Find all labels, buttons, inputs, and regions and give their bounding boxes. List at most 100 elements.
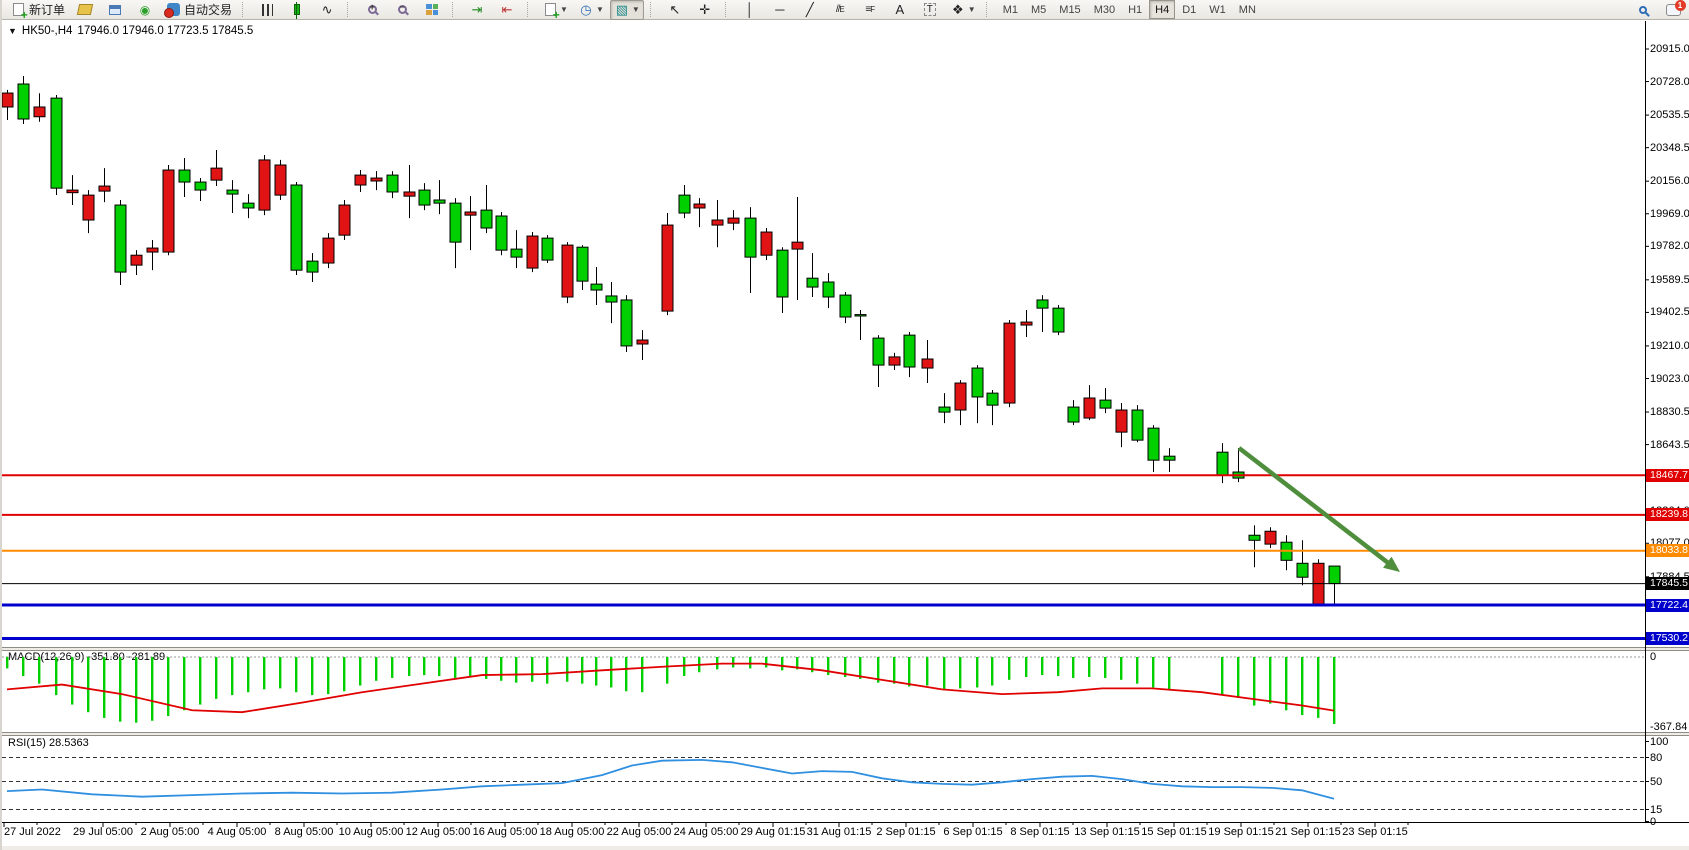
time-axis-label: 29 Aug 01:15 bbox=[741, 826, 806, 838]
rsi-axis-label: 0 bbox=[1650, 816, 1656, 828]
line-chart-button[interactable]: ∿ bbox=[313, 0, 341, 20]
time-axis-label: 29 Jul 05:00 bbox=[73, 826, 133, 838]
price-line-badge[interactable]: 18033.8 bbox=[1646, 544, 1689, 557]
zoom-in-button[interactable]: + bbox=[358, 0, 386, 20]
text-label-button[interactable]: T bbox=[916, 0, 944, 20]
rsi-axis-label: 15 bbox=[1650, 804, 1662, 816]
timeframe-mn[interactable]: MN bbox=[1233, 0, 1262, 19]
time-axis-label: 31 Aug 01:15 bbox=[807, 826, 872, 838]
time-axis-label: 27 Jul 2022 bbox=[4, 826, 61, 838]
price-line-badge[interactable]: 17722.4 bbox=[1646, 599, 1689, 612]
new-order-button[interactable]: + 新订单 bbox=[6, 0, 69, 20]
new-order-label: 新订单 bbox=[29, 1, 65, 18]
toolbar-separator bbox=[242, 2, 247, 17]
rsi-axis-label: 80 bbox=[1650, 752, 1662, 764]
zoom-out-button[interactable]: − bbox=[388, 0, 416, 20]
time-axis-label: 18 Aug 05:00 bbox=[540, 826, 605, 838]
chart-canvas[interactable] bbox=[2, 0, 1689, 850]
chart-symbol-period: HK50-,H4 bbox=[22, 25, 73, 37]
chart-title: ▼ HK50-,H4 17946.0 17946.0 17723.5 17845… bbox=[8, 25, 253, 37]
horizontal-price-lines[interactable] bbox=[2, 475, 1645, 638]
auto-trading-button[interactable]: 自动交易 bbox=[161, 0, 236, 20]
indicators-button[interactable]: ▧▼ bbox=[610, 0, 644, 20]
line-chart-icon: ∿ bbox=[319, 2, 335, 18]
timeframe-h4[interactable]: H4 bbox=[1149, 0, 1175, 19]
time-axis-label: 8 Aug 05:00 bbox=[275, 826, 334, 838]
periods-button[interactable]: ◷▼ bbox=[574, 0, 608, 20]
trend-line-icon: ╱ bbox=[802, 2, 818, 18]
symbol-dropdown-icon[interactable]: ▼ bbox=[8, 26, 17, 36]
macd-axis-label: 0 bbox=[1650, 651, 1656, 663]
time-axis-label: 8 Sep 01:15 bbox=[1010, 826, 1069, 838]
timeframe-m5[interactable]: M5 bbox=[1025, 0, 1052, 19]
fibonacci-icon: ≡F bbox=[862, 2, 878, 18]
rsi-panel-splitter[interactable] bbox=[2, 732, 1689, 736]
metaeditor-button[interactable] bbox=[71, 0, 99, 20]
chart-shift-button[interactable]: ⇤ bbox=[493, 0, 521, 20]
timeframe-h1[interactable]: H1 bbox=[1122, 0, 1148, 19]
notifications-button[interactable]: 1 bbox=[1659, 0, 1687, 20]
price-axis-label: 19782.0 bbox=[1650, 240, 1689, 252]
macd-panel bbox=[2, 657, 1645, 724]
search-icon bbox=[1635, 2, 1651, 18]
timeframe-m30[interactable]: M30 bbox=[1088, 0, 1121, 19]
tile-windows-button[interactable] bbox=[418, 0, 446, 20]
time-axis-label: 2 Sep 01:15 bbox=[876, 826, 935, 838]
zoom-out-icon: − bbox=[394, 2, 410, 18]
bar-chart-button[interactable] bbox=[253, 0, 281, 20]
fibonacci-button[interactable]: ≡F bbox=[856, 0, 884, 20]
chevron-down-icon: ▼ bbox=[632, 5, 640, 14]
metaeditor-icon bbox=[77, 2, 93, 18]
time-axis-label: 13 Sep 01:15 bbox=[1074, 826, 1139, 838]
cursor-button[interactable]: ↖ bbox=[661, 0, 689, 20]
price-axis-label: 19589.5 bbox=[1650, 274, 1689, 286]
timeframe-m15[interactable]: M15 bbox=[1053, 0, 1086, 19]
chevron-down-icon: ▼ bbox=[596, 5, 604, 14]
time-axis-label: 6 Sep 01:15 bbox=[943, 826, 1002, 838]
toolbar-separator bbox=[650, 2, 655, 17]
horizontal-line-icon: ─ bbox=[772, 2, 788, 18]
trend-arrow[interactable] bbox=[1239, 448, 1390, 565]
axes bbox=[2, 21, 1689, 827]
horizontal-line-button[interactable]: ─ bbox=[766, 0, 794, 20]
vertical-line-button[interactable]: │ bbox=[736, 0, 764, 20]
chart-ohlc: 17946.0 17946.0 17723.5 17845.5 bbox=[77, 25, 253, 37]
signals-button[interactable]: ◉ bbox=[131, 0, 159, 20]
new-chart-button[interactable]: +▼ bbox=[538, 0, 572, 20]
toolbar-separator bbox=[347, 2, 352, 17]
crosshair-icon: ✛ bbox=[697, 2, 713, 18]
timeframe-w1[interactable]: W1 bbox=[1203, 0, 1232, 19]
rsi-label: RSI(15) 28.5363 bbox=[8, 737, 89, 749]
zoom-in-icon: + bbox=[364, 2, 380, 18]
chevron-down-icon: ▼ bbox=[560, 5, 568, 14]
timeframe-toolbar: M1M5M15M30H1H4D1W1MN bbox=[997, 0, 1262, 19]
signals-icon: ◉ bbox=[137, 2, 153, 18]
time-axis-label: 15 Sep 01:15 bbox=[1141, 826, 1206, 838]
toolbar-separator bbox=[986, 2, 991, 17]
terminal-button[interactable] bbox=[101, 0, 129, 20]
time-axis-label: 23 Sep 01:15 bbox=[1342, 826, 1407, 838]
candlestick-chart-button[interactable] bbox=[283, 0, 311, 20]
timeframe-m1[interactable]: M1 bbox=[997, 0, 1024, 19]
macd-panel-splitter[interactable] bbox=[2, 647, 1689, 651]
time-axis-label: 22 Aug 05:00 bbox=[607, 826, 672, 838]
trading-platform-window: + 新订单 ◉ 自动交易 ∿ + − ⇥ ⇤ +▼ ◷▼ ▧▼ ↖ ✛ │ ─ … bbox=[0, 0, 1689, 850]
auto-scroll-button[interactable]: ⇥ bbox=[463, 0, 491, 20]
text-tool-button[interactable]: A bbox=[886, 0, 914, 20]
trend-line-button[interactable]: ╱ bbox=[796, 0, 824, 20]
price-line-badge[interactable]: 17845.5 bbox=[1646, 577, 1689, 590]
time-axis-label: 12 Aug 05:00 bbox=[406, 826, 471, 838]
time-axis-label: 10 Aug 05:00 bbox=[339, 826, 404, 838]
main-toolbar: + 新订单 ◉ 自动交易 ∿ + − ⇥ ⇤ +▼ ◷▼ ▧▼ ↖ ✛ │ ─ … bbox=[2, 0, 1689, 20]
equidistant-channel-button[interactable]: //E bbox=[826, 0, 854, 20]
search-button[interactable] bbox=[1629, 0, 1657, 20]
shapes-button[interactable]: ❖▼ bbox=[946, 0, 980, 20]
rsi-axis-label: 100 bbox=[1650, 736, 1668, 748]
clock-icon: ◷ bbox=[578, 2, 594, 18]
timeframe-d1[interactable]: D1 bbox=[1176, 0, 1202, 19]
price-line-badge[interactable]: 18467.7 bbox=[1646, 469, 1689, 482]
window-bottom-strip bbox=[2, 846, 1689, 850]
price-line-badge[interactable]: 18239.8 bbox=[1646, 508, 1689, 521]
price-line-badge[interactable]: 17530.2 bbox=[1646, 632, 1689, 645]
crosshair-button[interactable]: ✛ bbox=[691, 0, 719, 20]
